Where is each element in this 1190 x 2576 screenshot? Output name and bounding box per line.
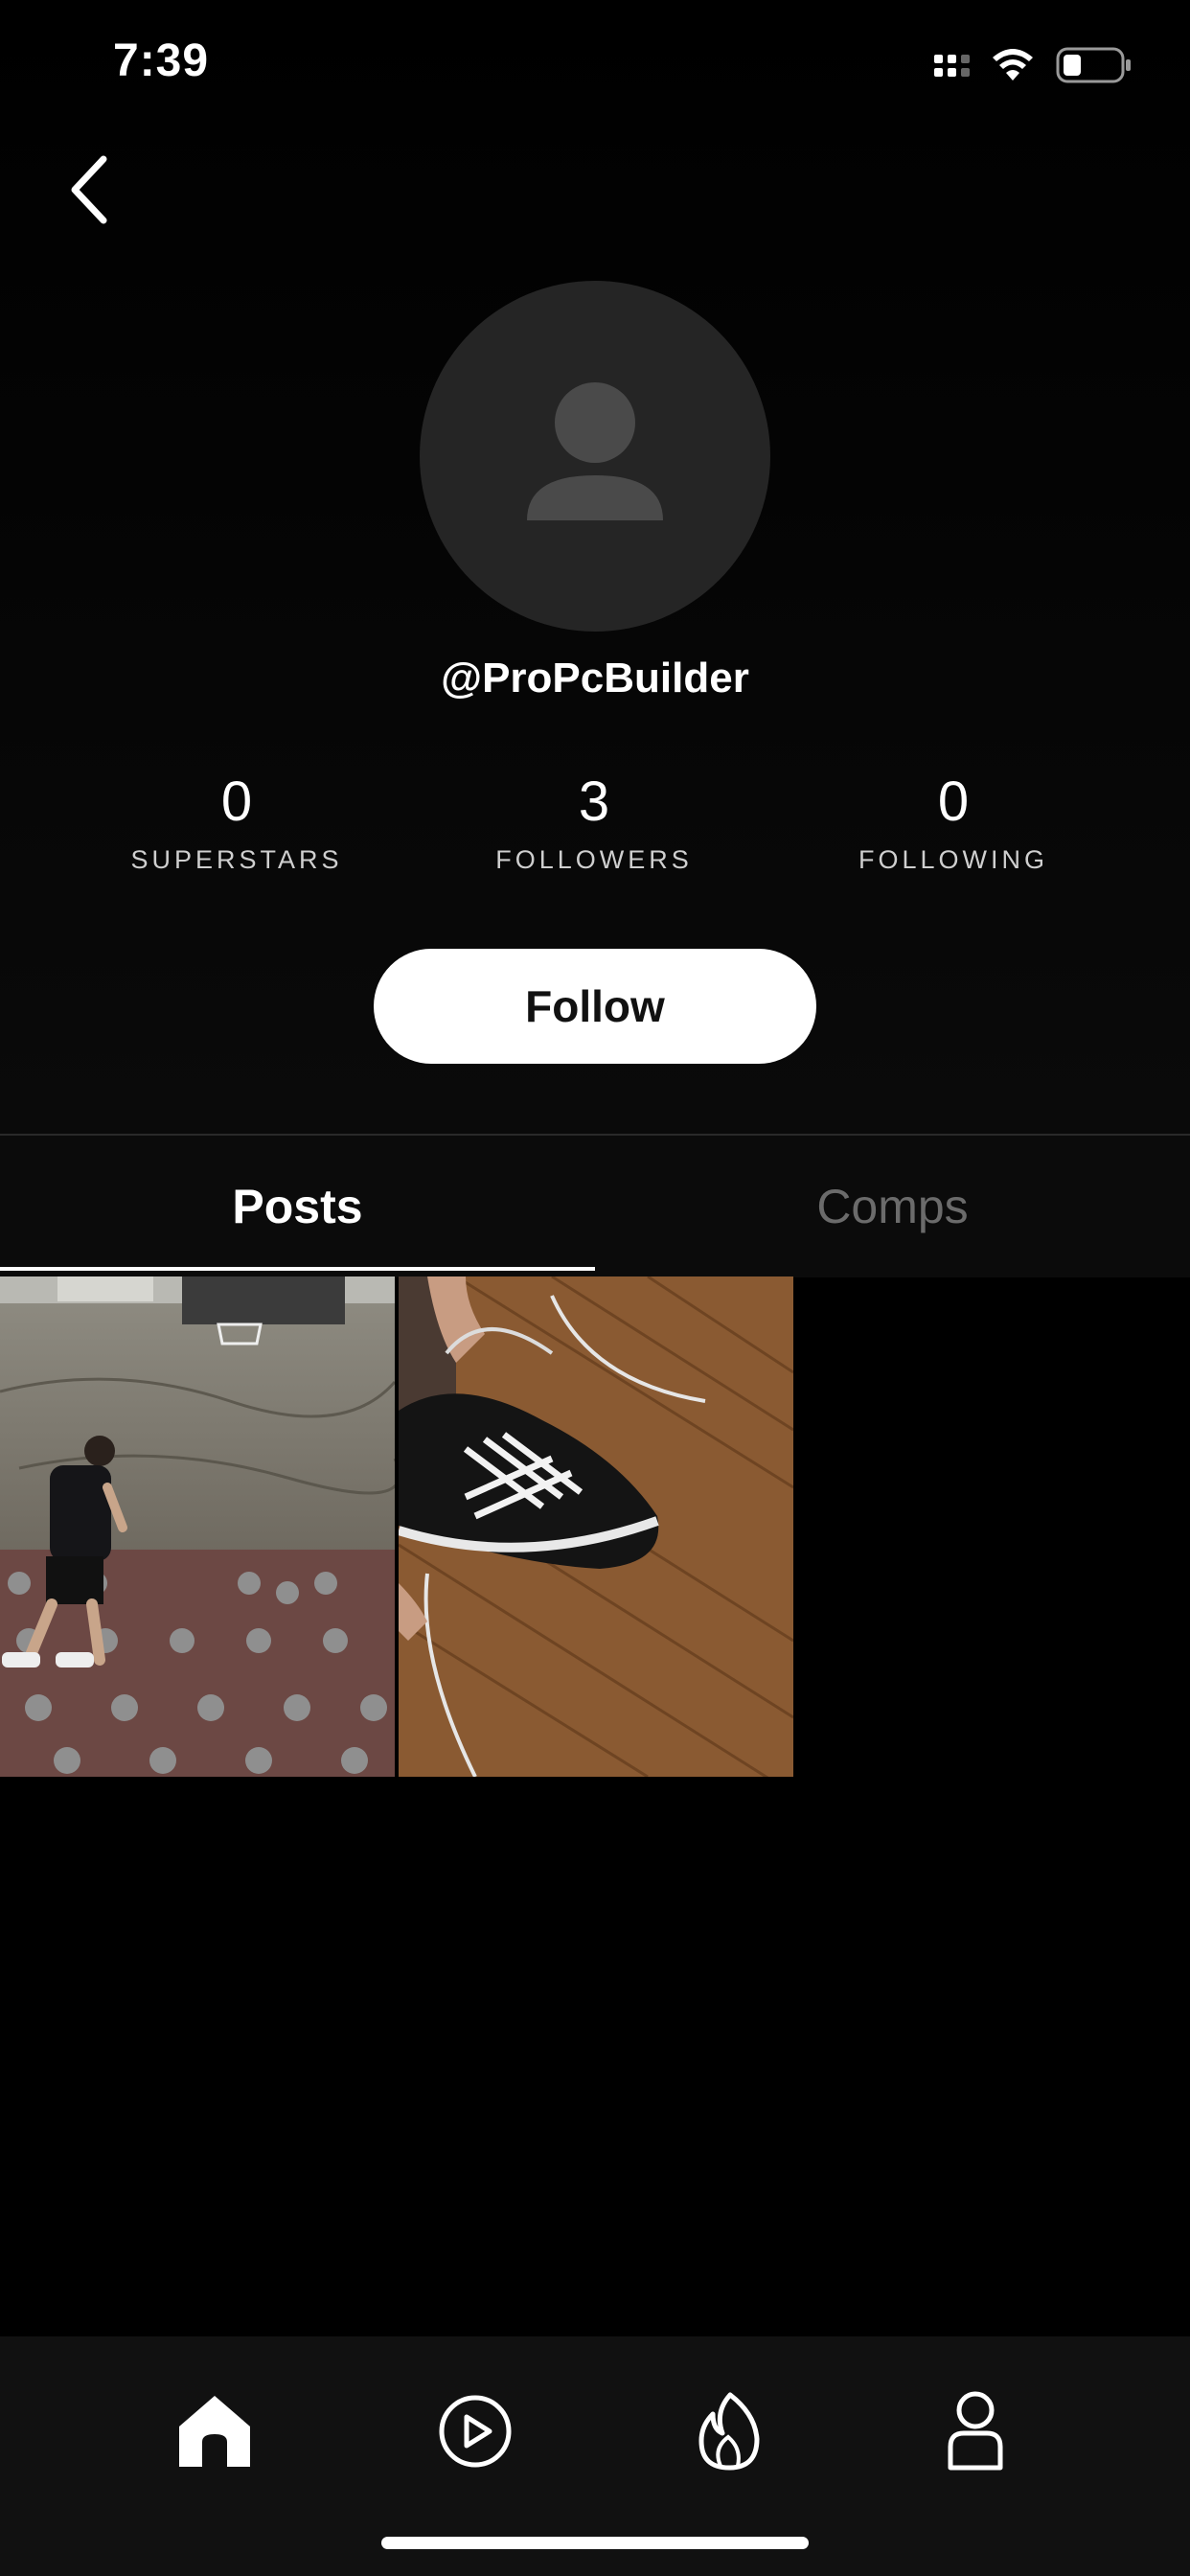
profile-screen: 7:39 @ProPcBuilder 0 SUPERSTARS 3 FOLLOW…: [0, 0, 1190, 2576]
status-time: 7:39: [113, 35, 210, 86]
home-icon: [179, 2396, 250, 2467]
username: @ProPcBuilder: [441, 655, 749, 702]
post-thumbnail-shoelace[interactable]: [399, 1276, 793, 1777]
tab-profile[interactable]: [923, 2379, 1028, 2484]
tab-trending[interactable]: [676, 2379, 782, 2484]
home-indicator: [381, 2537, 809, 2549]
stat-label: FOLLOWERS: [495, 845, 693, 874]
avatar: [420, 281, 770, 632]
active-tab-indicator: [0, 1267, 595, 1271]
flame-icon: [698, 2392, 760, 2471]
cellular-signal-icon: [934, 54, 970, 77]
shoelace-video-thumbnail: [399, 1276, 793, 1777]
status-icons: [934, 42, 1133, 88]
basketball-video-thumbnail: [0, 1276, 395, 1777]
default-user-icon: [527, 382, 663, 520]
stat-following[interactable]: 0 FOLLOWING: [810, 769, 1097, 875]
stat-label: FOLLOWING: [858, 845, 1048, 874]
profile-stats: 0 SUPERSTARS 3 FOLLOWERS 0 FOLLOWING: [0, 769, 1190, 893]
battery-icon: [1056, 46, 1133, 84]
posts-grid: [0, 1276, 793, 1777]
wifi-icon: [991, 48, 1035, 82]
back-button[interactable]: [61, 153, 119, 226]
chevron-left-icon: [71, 155, 107, 224]
content-tabs: Posts Comps: [0, 1136, 1190, 1277]
stat-value: 0: [937, 770, 970, 833]
stat-label: SUPERSTARS: [130, 845, 343, 874]
tab-posts[interactable]: Posts: [0, 1136, 595, 1277]
follow-button[interactable]: Follow: [374, 949, 816, 1064]
play-circle-icon: [439, 2395, 512, 2468]
profile-icon: [948, 2391, 1003, 2471]
stat-followers[interactable]: 3 FOLLOWERS: [450, 769, 738, 875]
tab-home[interactable]: [162, 2379, 267, 2484]
tab-comps[interactable]: Comps: [595, 1136, 1190, 1277]
stat-superstars[interactable]: 0 SUPERSTARS: [93, 769, 380, 875]
stat-value: 3: [578, 770, 610, 833]
post-thumbnail-basketball[interactable]: [0, 1276, 395, 1777]
tab-videos[interactable]: [423, 2379, 528, 2484]
stat-value: 0: [220, 770, 253, 833]
